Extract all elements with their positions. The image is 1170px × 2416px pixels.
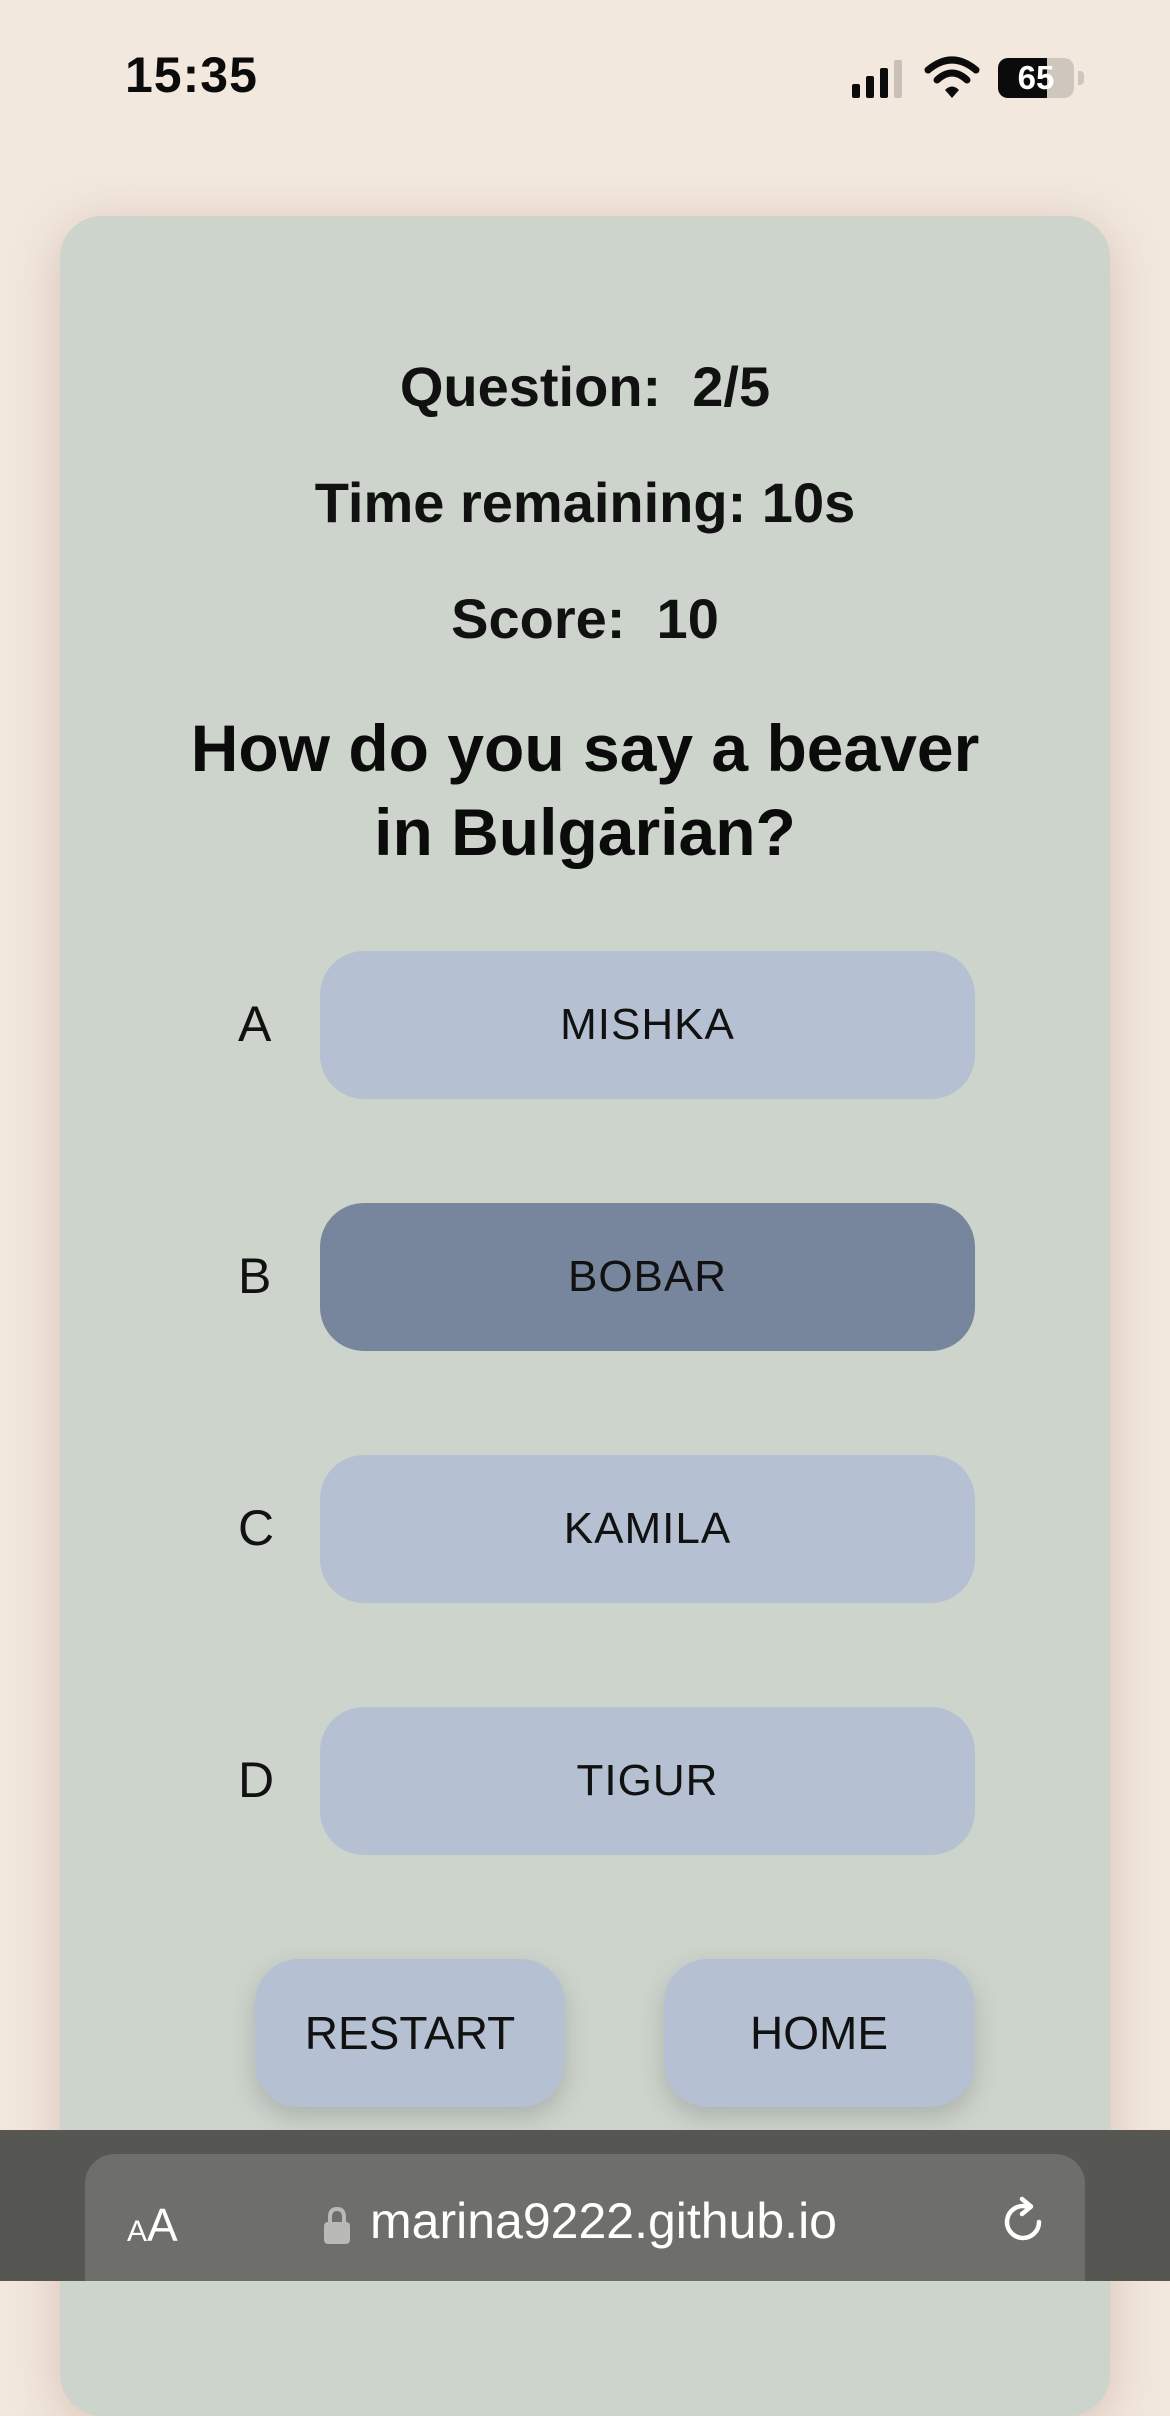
text-size-button[interactable]: AA: [127, 2198, 178, 2252]
status-time: 15:35: [125, 47, 258, 103]
answer-button-a[interactable]: MISHKA: [320, 951, 975, 1099]
answer-row-b: B BOBAR: [60, 1203, 1110, 1351]
answer-button-c[interactable]: KAMILA: [320, 1455, 975, 1603]
question-counter: Question: 2/5: [399, 355, 771, 418]
answer-letter-a: A: [238, 996, 272, 1052]
time-remaining: Time remaining: 10s: [314, 471, 856, 534]
home-button[interactable]: HOME: [664, 1959, 974, 2107]
text-size-large-a: A: [147, 2199, 178, 2251]
answer-button-b[interactable]: BOBAR: [320, 1203, 975, 1351]
cellular-signal-icon: [852, 58, 908, 98]
url-text[interactable]: marina9222.github.io: [370, 2192, 837, 2250]
answer-letter-c: C: [238, 1500, 275, 1556]
battery-icon: 65: [998, 58, 1074, 98]
answer-letter-d: D: [238, 1752, 275, 1808]
reload-icon[interactable]: [995, 2194, 1051, 2250]
answer-row-c: C KAMILA: [60, 1455, 1110, 1603]
address-bar[interactable]: AA marina9222.github.io: [85, 2154, 1085, 2281]
browser-toolbar: AA marina9222.github.io: [0, 2130, 1170, 2281]
text-size-small-a: A: [127, 2215, 148, 2248]
battery-nub: [1078, 71, 1084, 85]
answer-letter-b: B: [238, 1248, 272, 1304]
status-bar: 15:35 65: [0, 0, 1170, 150]
battery-percent: 65: [1017, 59, 1055, 96]
status-icons: 65: [852, 56, 1084, 100]
quiz-card: Question: 2/5 Time remaining: 10s Score:…: [60, 216, 1110, 2416]
score: Score: 10: [451, 587, 719, 650]
answer-button-d[interactable]: TIGUR: [320, 1707, 975, 1855]
restart-button[interactable]: RESTART: [255, 1959, 565, 2107]
answer-row-d: D TIGUR: [60, 1707, 1110, 1855]
lock-icon: [324, 2206, 350, 2244]
question-text: How do you say a beaver in Bulgarian?: [190, 711, 980, 869]
wifi-icon: [924, 56, 980, 98]
answer-row-a: A MISHKA: [60, 951, 1110, 1099]
